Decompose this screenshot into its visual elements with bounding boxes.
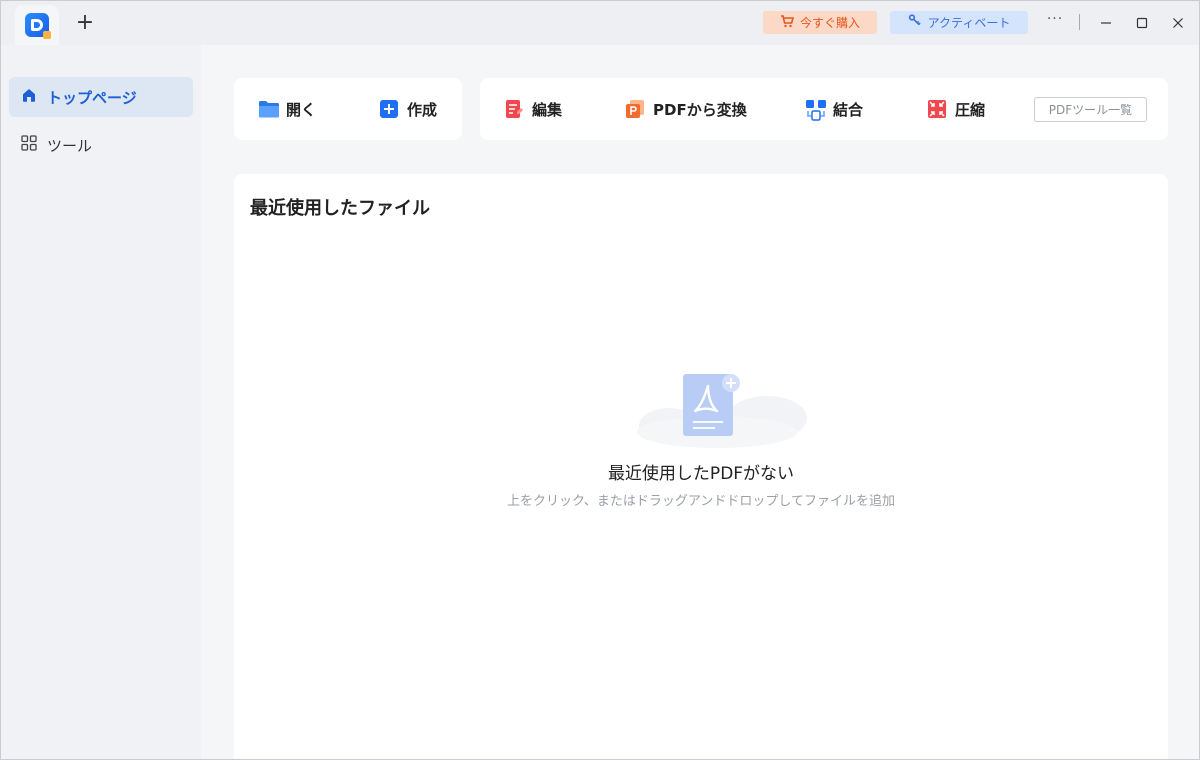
minimize-icon xyxy=(1101,22,1111,24)
key-icon xyxy=(908,14,922,31)
tool-convert-label: PDFから変換 xyxy=(653,100,747,119)
empty-pdf-icon xyxy=(617,370,817,450)
edit-doc-icon xyxy=(504,99,524,119)
tool-edit-button[interactable]: 編集 xyxy=(504,97,562,121)
convert-icon xyxy=(625,99,645,119)
close-icon xyxy=(1173,18,1183,28)
maximize-button[interactable] xyxy=(1128,9,1156,37)
sidebar-item-tools[interactable]: ツール xyxy=(9,125,193,165)
quick-actions-card: 開く 作成 xyxy=(234,78,462,140)
create-label: 作成 xyxy=(407,100,438,119)
merge-icon xyxy=(805,99,826,121)
tool-convert-button[interactable]: PDFから変換 xyxy=(625,97,747,121)
compress-icon xyxy=(927,99,947,119)
empty-state-subtitle: 上をクリック、またはドラッグアンドドロップしてファイルを追加 xyxy=(507,494,895,509)
plus-square-icon xyxy=(379,99,399,119)
tool-merge-button[interactable]: 結合 xyxy=(805,97,863,121)
home-icon xyxy=(21,87,37,107)
grid-icon xyxy=(21,135,37,155)
cart-icon xyxy=(780,14,795,31)
close-button[interactable] xyxy=(1164,9,1192,37)
sidebar-item-label: トップページ xyxy=(47,88,137,107)
activate-button[interactable]: アクティベート xyxy=(890,11,1028,34)
empty-state-title: 最近使用したPDFがない xyxy=(607,464,795,484)
app-logo-icon xyxy=(25,13,51,39)
tool-compress-button[interactable]: 圧縮 xyxy=(927,97,985,121)
maximize-icon xyxy=(1136,17,1148,29)
recent-files-card: 最近使用したファイル 最近使用したPDFがない 上をクリック、またはドラッグアン… xyxy=(234,174,1168,759)
app-window: + 今すぐ購入 アクティベート ··· トップページ ツール 開く 作成 編集 … xyxy=(0,0,1200,760)
sidebar-item-label: ツール xyxy=(47,136,93,155)
create-button[interactable]: 作成 xyxy=(379,97,437,121)
activate-label: アクティベート xyxy=(927,16,1011,30)
open-button[interactable]: 開く xyxy=(258,97,316,121)
open-label: 開く xyxy=(286,100,317,119)
tool-merge-label: 結合 xyxy=(833,100,864,119)
tool-compress-label: 圧縮 xyxy=(955,100,986,119)
folder-icon xyxy=(258,99,279,119)
sidebar-item-home[interactable]: トップページ xyxy=(9,77,193,117)
title-bar: + 今すぐ購入 アクティベート ··· xyxy=(1,1,1199,45)
recent-files-title: 最近使用したファイル xyxy=(250,198,430,219)
buy-now-button[interactable]: 今すぐ購入 xyxy=(763,11,877,34)
sidebar: トップページ ツール xyxy=(1,45,201,759)
new-tab-button[interactable]: + xyxy=(73,12,97,36)
tools-card: 編集 PDFから変換 結合 圧縮 PDFツール一覧 xyxy=(480,78,1168,140)
tool-edit-label: 編集 xyxy=(532,100,563,119)
minimize-button[interactable] xyxy=(1092,9,1120,37)
buy-now-label: 今すぐ購入 xyxy=(799,16,860,30)
app-home-tab[interactable] xyxy=(15,5,59,45)
title-separator xyxy=(1079,14,1080,30)
more-options-button[interactable]: ··· xyxy=(1044,11,1066,33)
pdf-tool-list-button[interactable]: PDFツール一覧 xyxy=(1034,97,1147,122)
